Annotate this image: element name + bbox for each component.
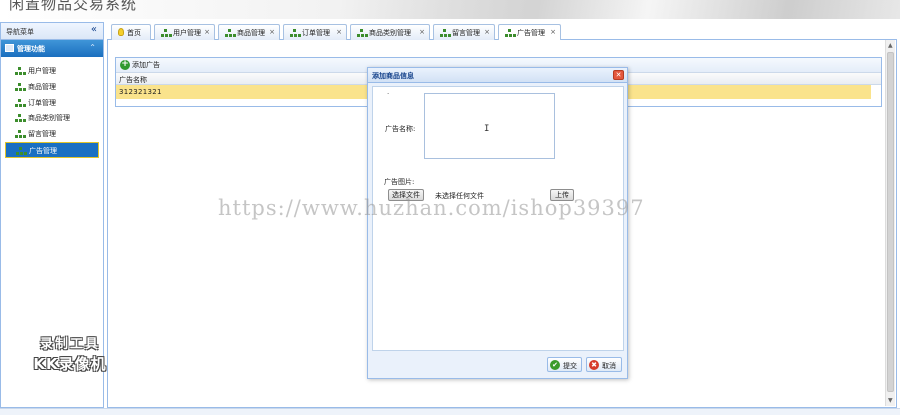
tab-messages[interactable]: 留言管理 × xyxy=(433,24,495,40)
nav-header: 导航菜单 « xyxy=(1,23,103,40)
tab-label: 广告管理 xyxy=(517,29,545,37)
nav-section-label: 管理功能 xyxy=(17,45,45,53)
tab-orders[interactable]: 订单管理 × xyxy=(283,24,347,40)
vertical-scrollbar[interactable]: ▲ ▼ xyxy=(885,40,895,406)
check-icon: ✔ xyxy=(550,360,560,370)
tab-label: 商品管理 xyxy=(237,29,265,37)
tree-icon xyxy=(357,29,368,37)
nav-header-title: 导航菜单 xyxy=(6,28,34,36)
tree-icon xyxy=(225,29,236,37)
scroll-thumb[interactable] xyxy=(887,52,894,392)
cancel-label: 取消 xyxy=(602,362,616,370)
tree-icon xyxy=(15,114,26,123)
recorder-watermark: 录制工具 KK录像机 xyxy=(22,333,118,374)
scroll-down-icon[interactable]: ▼ xyxy=(888,397,893,404)
tree-icon xyxy=(505,29,516,37)
tab-home[interactable]: 首页 xyxy=(111,24,151,40)
recorder-watermark-line1: 录制工具 xyxy=(39,337,100,352)
ad-image-label: 广告图片: xyxy=(384,178,415,186)
tree-icon xyxy=(15,130,26,139)
sidebar-item-ads[interactable]: 广告管理 xyxy=(5,141,99,158)
app-title: 闲置物品交易系统 xyxy=(9,0,138,13)
nav-list: 用户管理 商品管理 订单管理 商品类别管理 留言管理 广告管理 xyxy=(1,57,103,158)
sidebar-item-label: 商品类别管理 xyxy=(28,114,70,123)
url-watermark: https://www.huzhan.com/ishop39397 xyxy=(218,196,645,220)
tab-label: 首页 xyxy=(127,29,141,37)
app-banner: 闲置物品交易系统 xyxy=(0,0,900,19)
close-icon[interactable]: × xyxy=(204,28,210,36)
banner-decoration xyxy=(340,0,900,19)
close-icon[interactable]: × xyxy=(484,28,490,36)
sidebar-item-categories[interactable]: 商品类别管理 xyxy=(5,110,99,126)
sidebar-item-label: 广告管理 xyxy=(29,146,57,155)
tab-label: 留言管理 xyxy=(452,29,480,37)
status-strip xyxy=(0,408,900,415)
chevron-up-icon[interactable]: ⌃ xyxy=(89,43,96,52)
sidebar-item-messages[interactable]: 留言管理 xyxy=(5,126,99,142)
form-mark: · xyxy=(387,90,390,98)
app-root: 闲置物品交易系统 导航菜单 « 管理功能 ⌃ 用户管理 商品管理 订单管理 商品… xyxy=(0,0,900,415)
tab-label: 订单管理 xyxy=(302,29,330,37)
text-cursor-icon: I xyxy=(484,124,490,134)
add-ad-dialog: 添加商品信息 ✕ · 广告名称: I 广告图片: 选择文件 未选择任何文件 上传… xyxy=(367,67,628,379)
column-header-name[interactable]: 广告名称 xyxy=(119,75,147,85)
tab-categories[interactable]: 商品类别管理 × xyxy=(350,24,430,40)
recorder-watermark-line2: KK录像机 xyxy=(33,355,107,373)
ad-name-textarea[interactable] xyxy=(424,93,555,159)
tree-icon xyxy=(15,67,26,75)
sidebar-item-products[interactable]: 商品管理 xyxy=(5,79,99,95)
sidebar-item-label: 商品管理 xyxy=(28,82,56,91)
collapse-icon[interactable]: « xyxy=(91,24,97,35)
cancel-icon: ✖ xyxy=(589,360,599,370)
scroll-up-icon[interactable]: ▲ xyxy=(888,42,893,49)
tree-icon xyxy=(16,146,27,155)
submit-button[interactable]: ✔ 提交 xyxy=(547,357,582,372)
close-icon[interactable]: × xyxy=(336,28,342,36)
tab-bar: 首页 用户管理 × 商品管理 × 订单管理 × 商品类别管理 × 留言管理 × xyxy=(107,22,897,41)
sidebar-item-users[interactable]: 用户管理 xyxy=(5,63,99,79)
close-icon[interactable]: × xyxy=(269,28,275,36)
tree-icon xyxy=(15,82,26,91)
tree-icon xyxy=(15,98,26,107)
tab-ads[interactable]: 广告管理 × xyxy=(498,24,561,41)
submit-label: 提交 xyxy=(563,362,577,370)
cell-ad-name: 312321321 xyxy=(119,88,162,96)
sidebar-item-orders[interactable]: 订单管理 xyxy=(5,95,99,111)
cancel-button[interactable]: ✖ 取消 xyxy=(586,357,622,372)
ad-name-label: 广告名称: xyxy=(385,125,416,133)
sidebar-item-label: 订单管理 xyxy=(28,98,56,107)
close-icon[interactable]: ✕ xyxy=(613,70,624,80)
tab-label: 用户管理 xyxy=(173,29,201,37)
sidebar-item-label: 留言管理 xyxy=(28,130,56,139)
dialog-header: 添加商品信息 ✕ xyxy=(368,68,627,83)
add-ad-button[interactable]: + 添加广告 xyxy=(119,59,163,71)
tab-users[interactable]: 用户管理 × xyxy=(154,24,215,40)
close-icon[interactable]: × xyxy=(419,28,425,36)
add-icon: + xyxy=(120,59,130,70)
dialog-footer: ✔ 提交 ✖ 取消 xyxy=(368,352,627,378)
dialog-title: 添加商品信息 xyxy=(372,72,414,80)
tree-icon xyxy=(440,29,451,37)
nav-section-admin[interactable]: 管理功能 ⌃ xyxy=(1,40,103,57)
lightbulb-icon xyxy=(118,28,124,36)
add-ad-label: 添加广告 xyxy=(132,61,160,69)
sidebar-item-label: 用户管理 xyxy=(28,67,56,75)
close-icon[interactable]: × xyxy=(550,28,556,36)
menu-group-icon xyxy=(5,44,14,52)
tree-icon xyxy=(290,29,301,37)
tab-products[interactable]: 商品管理 × xyxy=(218,24,280,40)
tab-label: 商品类别管理 xyxy=(369,29,411,37)
tree-icon xyxy=(161,29,172,37)
